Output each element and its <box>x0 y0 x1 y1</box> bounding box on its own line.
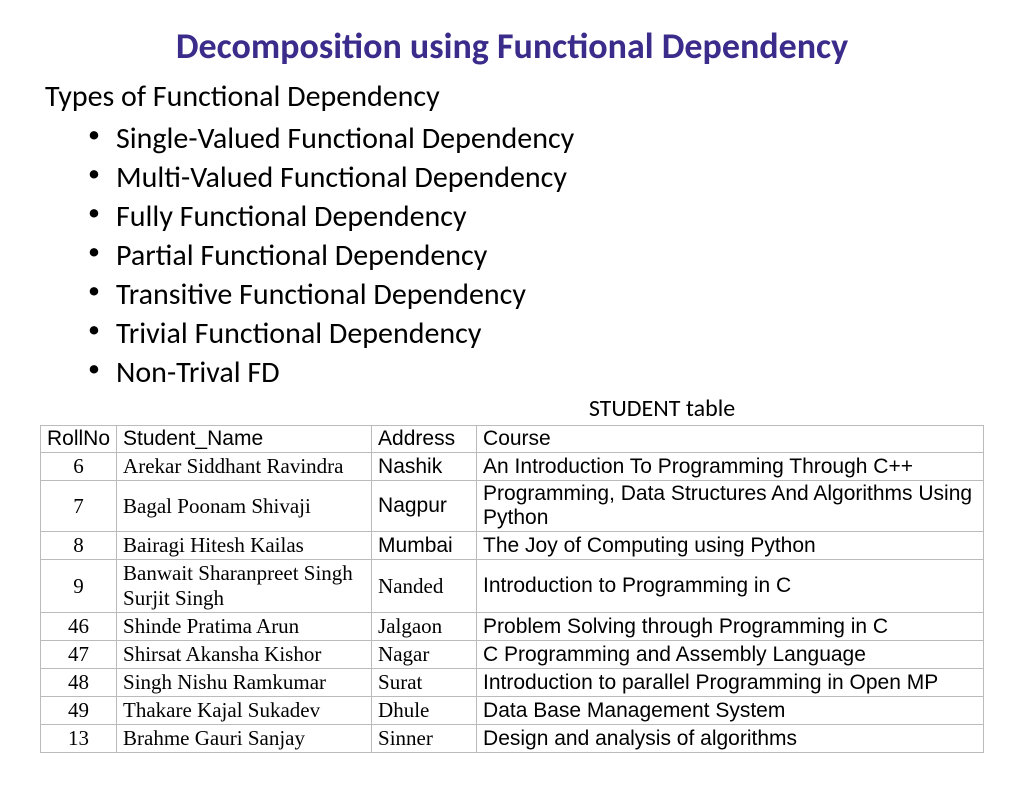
cell-rollno: 6 <box>41 453 117 481</box>
cell-rollno: 46 <box>41 613 117 641</box>
cell-rollno: 9 <box>41 560 117 613</box>
types-list: Single-Valued Functional Dependency Mult… <box>40 119 984 392</box>
table-row: 49Thakare Kajal SukadevDhuleData Base Ma… <box>41 697 984 725</box>
cell-course: Design and analysis of algorithms <box>477 725 984 753</box>
cell-course: Data Base Management System <box>477 697 984 725</box>
table-row: 8Bairagi Hitesh KailasMumbaiThe Joy of C… <box>41 532 984 560</box>
cell-course: Problem Solving through Programming in C <box>477 613 984 641</box>
page-title: Decomposition using Functional Dependenc… <box>40 24 984 68</box>
list-item: Partial Functional Dependency <box>88 236 984 275</box>
cell-address: Jalgaon <box>372 613 477 641</box>
cell-address: Nashik <box>372 453 477 481</box>
cell-address: Nanded <box>372 560 477 613</box>
cell-name: Singh Nishu Ramkumar <box>117 669 372 697</box>
cell-course: Programming, Data Structures And Algorit… <box>477 481 984 532</box>
list-item: Fully Functional Dependency <box>88 197 984 236</box>
student-table: RollNo Student_Name Address Course 6Arek… <box>40 425 984 753</box>
cell-name: Banwait Sharanpreet Singh Surjit Singh <box>117 560 372 613</box>
cell-address: Nagpur <box>372 481 477 532</box>
cell-rollno: 8 <box>41 532 117 560</box>
cell-address: Mumbai <box>372 532 477 560</box>
cell-rollno: 48 <box>41 669 117 697</box>
cell-course: C Programming and Assembly Language <box>477 641 984 669</box>
header-rollno: RollNo <box>41 426 117 453</box>
cell-name: Bairagi Hitesh Kailas <box>117 532 372 560</box>
cell-address: Nagar <box>372 641 477 669</box>
header-name: Student_Name <box>117 426 372 453</box>
table-row: 47Shirsat Akansha KishorNagarC Programmi… <box>41 641 984 669</box>
cell-course: Introduction to parallel Programming in … <box>477 669 984 697</box>
cell-address: Sinner <box>372 725 477 753</box>
header-course: Course <box>477 426 984 453</box>
list-item: Transitive Functional Dependency <box>88 275 984 314</box>
table-title: STUDENT table <box>40 394 984 423</box>
cell-course: An Introduction To Programming Through C… <box>477 453 984 481</box>
list-item: Multi-Valued Functional Dependency <box>88 158 984 197</box>
cell-name: Arekar Siddhant Ravindra <box>117 453 372 481</box>
table-row: 6Arekar Siddhant RavindraNashikAn Introd… <box>41 453 984 481</box>
cell-course: Introduction to Programming in C <box>477 560 984 613</box>
cell-name: Shirsat Akansha Kishor <box>117 641 372 669</box>
cell-name: Brahme Gauri Sanjay <box>117 725 372 753</box>
cell-course: The Joy of Computing using Python <box>477 532 984 560</box>
cell-address: Surat <box>372 669 477 697</box>
table-row: 13Brahme Gauri SanjaySinnerDesign and an… <box>41 725 984 753</box>
table-header-row: RollNo Student_Name Address Course <box>41 426 984 453</box>
list-item: Non-Trival FD <box>88 353 984 392</box>
cell-rollno: 47 <box>41 641 117 669</box>
table-row: 46Shinde Pratima ArunJalgaonProblem Solv… <box>41 613 984 641</box>
list-item: Trivial Functional Dependency <box>88 314 984 353</box>
table-row: 7Bagal Poonam ShivajiNagpurProgramming, … <box>41 481 984 532</box>
cell-name: Bagal Poonam Shivaji <box>117 481 372 532</box>
cell-rollno: 49 <box>41 697 117 725</box>
subtitle: Types of Functional Dependency <box>40 78 984 115</box>
cell-rollno: 13 <box>41 725 117 753</box>
cell-name: Thakare Kajal Sukadev <box>117 697 372 725</box>
list-item: Single-Valued Functional Dependency <box>88 119 984 158</box>
cell-name: Shinde Pratima Arun <box>117 613 372 641</box>
table-row: 9Banwait Sharanpreet Singh Surjit SinghN… <box>41 560 984 613</box>
cell-address: Dhule <box>372 697 477 725</box>
header-address: Address <box>372 426 477 453</box>
table-row: 48Singh Nishu RamkumarSuratIntroduction … <box>41 669 984 697</box>
cell-rollno: 7 <box>41 481 117 532</box>
